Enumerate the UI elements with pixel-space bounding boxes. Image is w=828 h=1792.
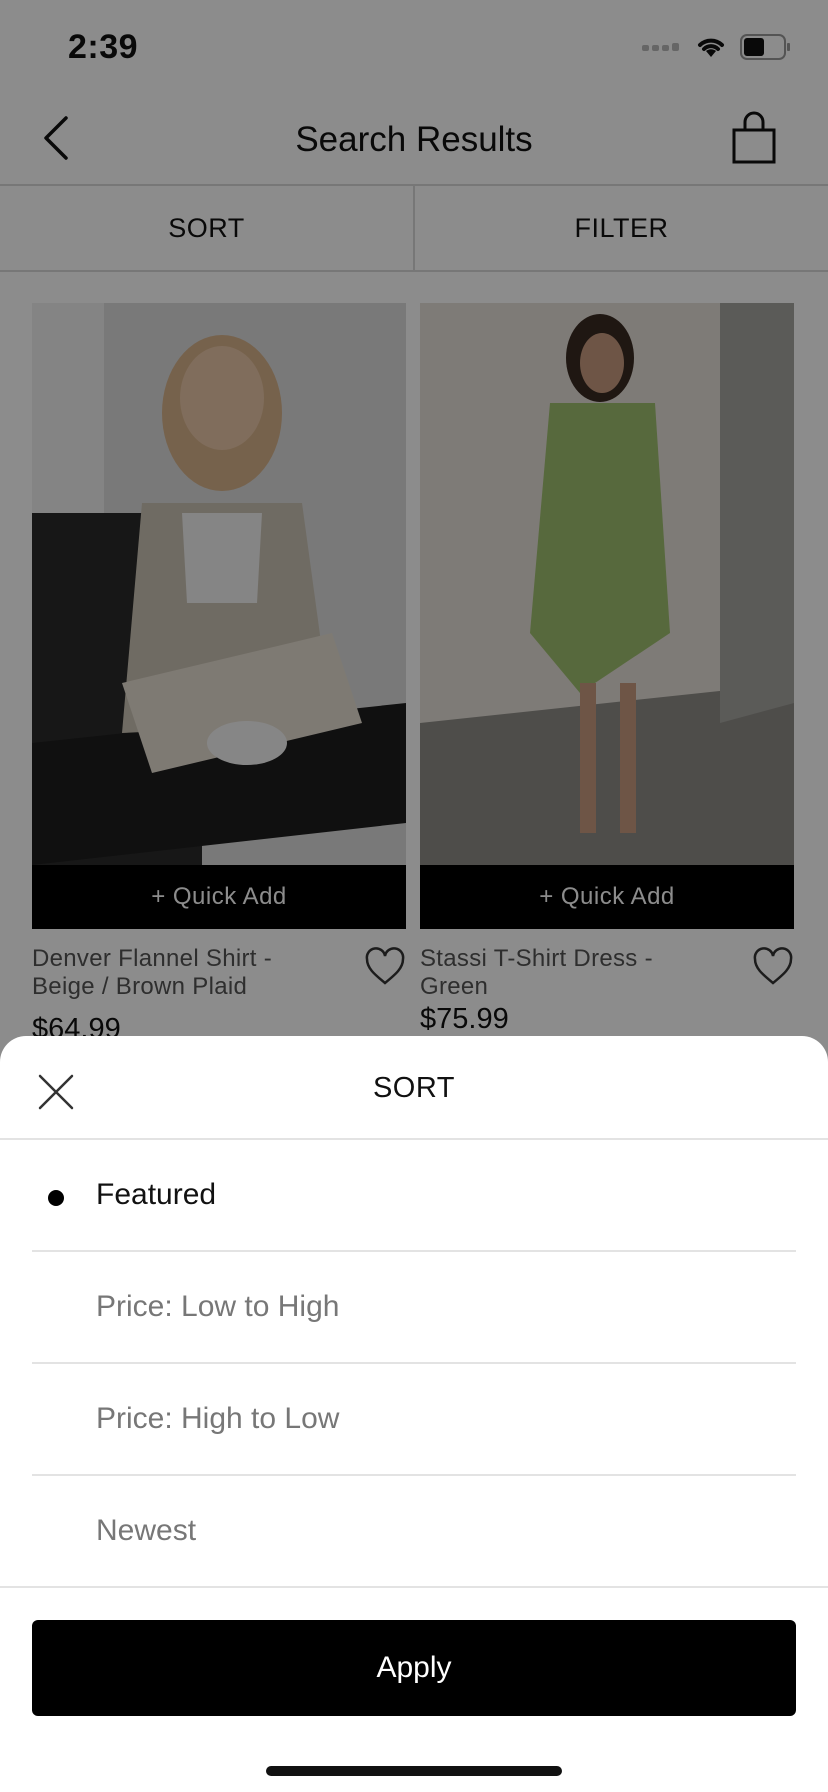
sort-option-label: Newest [96,1514,197,1547]
sort-sheet-title: SORT [372,1072,456,1104]
sort-sheet-header: SORT [0,1036,828,1140]
sort-option-price-high-low[interactable]: Price: High to Low [32,1364,796,1476]
sort-sheet: SORT Featured Price: Low to High Price: … [0,1036,828,1792]
sort-option-label: Price: Low to High [96,1290,340,1323]
selected-dot-icon [48,1190,64,1206]
sort-option-featured[interactable]: Featured [32,1140,796,1252]
sort-option-price-low-high[interactable]: Price: Low to High [32,1252,796,1364]
sort-option-label: Featured [96,1178,217,1211]
sort-option-newest[interactable]: Newest [0,1476,828,1588]
home-indicator[interactable] [266,1766,562,1776]
sort-option-label: Price: High to Low [96,1402,340,1435]
apply-button[interactable]: Apply [32,1620,796,1716]
